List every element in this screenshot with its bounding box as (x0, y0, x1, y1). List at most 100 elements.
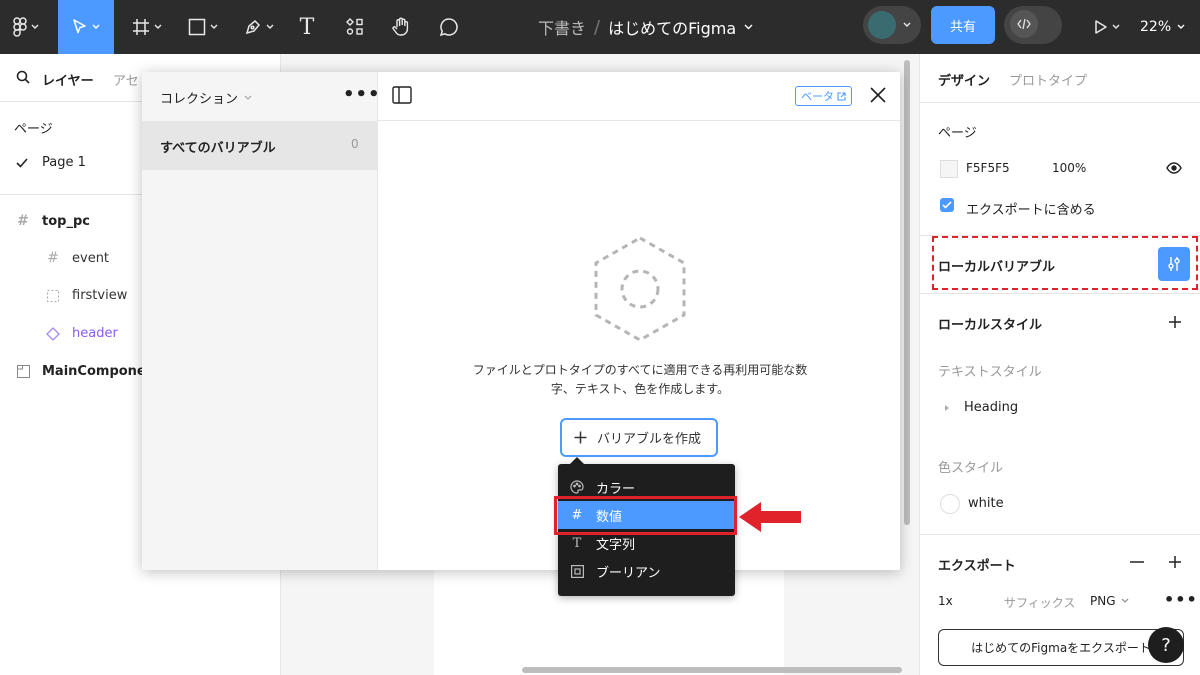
page-color-hex[interactable]: F5F5F5 (966, 161, 1010, 175)
annotation-highlight-box (554, 496, 737, 535)
layer-row[interactable]: MainComponen (16, 364, 155, 379)
export-button[interactable]: はじめてのFigmaをエクスポート (938, 629, 1184, 666)
divider (920, 534, 1200, 535)
move-tool-button[interactable] (58, 0, 114, 54)
variables-modal: コレクション ••• すべてのバリアブル 0 ベータ ファイルとプロトタイプのす… (142, 72, 900, 570)
help-button[interactable]: ? (1148, 627, 1184, 663)
layer-name: firstview (72, 288, 128, 303)
dev-mode-knob (1010, 10, 1038, 38)
chevron-down-icon (266, 24, 274, 29)
component-instance-icon (46, 326, 60, 341)
minus-icon[interactable] (1130, 561, 1144, 563)
beta-badge[interactable]: ベータ (795, 86, 852, 106)
share-button[interactable]: 共有 (931, 6, 995, 44)
check-icon (16, 157, 28, 168)
tab-design[interactable]: デザイン (938, 70, 990, 89)
create-variable-button[interactable]: バリアブルを作成 (560, 418, 718, 457)
pen-icon (245, 19, 261, 35)
chevron-down-icon (903, 22, 911, 27)
layer-row[interactable]: header (46, 326, 118, 341)
collection-more-button[interactable]: ••• (343, 84, 381, 105)
file-name[interactable]: はじめてのFigma (608, 15, 736, 39)
layer-row[interactable]: # event (46, 250, 109, 266)
export-scale[interactable]: 1x (938, 594, 953, 608)
chevron-down-icon (1121, 598, 1128, 603)
chevron-down-icon (92, 24, 100, 29)
chevron-down-icon (210, 24, 218, 29)
text-tool-button[interactable]: T (292, 0, 322, 54)
plus-icon (574, 431, 587, 444)
tab-layers[interactable]: レイヤー (42, 70, 94, 89)
file-title[interactable]: 下書き / はじめてのFigma (538, 0, 753, 54)
layer-row[interactable]: # top_pc (16, 213, 90, 229)
sidebar-toggle-icon[interactable] (392, 86, 412, 104)
text-style-item[interactable]: Heading (944, 400, 1018, 415)
page-name: Page 1 (42, 155, 86, 170)
frame-tool-button[interactable] (124, 0, 170, 54)
horizontal-scrollbar[interactable] (522, 667, 902, 673)
page-item[interactable]: Page 1 (16, 155, 86, 170)
color-style-name[interactable]: white (968, 496, 1004, 511)
plus-icon[interactable] (1168, 555, 1182, 569)
menu-item-label: 文字列 (596, 537, 636, 553)
code-icon (1017, 18, 1031, 30)
boolean-icon (570, 564, 584, 578)
breadcrumb-folder[interactable]: 下書き (538, 15, 586, 39)
collection-dropdown[interactable]: コレクション (160, 88, 252, 107)
pages-title: ページ (14, 122, 53, 137)
chevron-down-icon (154, 24, 162, 29)
vertical-scrollbar[interactable] (904, 60, 910, 525)
tab-prototype[interactable]: プロトタイプ (1009, 70, 1087, 89)
avatar[interactable] (868, 11, 896, 39)
present-button[interactable] (1084, 0, 1130, 54)
eye-icon[interactable] (1166, 162, 1182, 174)
beta-label: ベータ (801, 90, 834, 103)
export-format-select[interactable]: PNG (1090, 594, 1129, 608)
all-variables-row[interactable]: すべてのバリアブル 0 (142, 121, 378, 170)
close-icon[interactable] (868, 85, 888, 105)
collection-label: コレクション (160, 92, 239, 107)
all-variables-label: すべてのバリアブル (160, 141, 276, 156)
menu-item-label: カラー (596, 481, 636, 497)
chevron-down-icon (244, 95, 252, 100)
dashed-frame-icon (46, 289, 60, 302)
comment-icon (439, 18, 458, 37)
chevron-down-icon (31, 24, 39, 29)
annotation-dashed-highlight (932, 236, 1198, 290)
menu-caret (570, 457, 584, 464)
pen-tool-button[interactable] (236, 0, 282, 54)
export-format: PNG (1090, 594, 1116, 608)
page-color-swatch[interactable] (940, 160, 958, 178)
caret-right-icon (945, 404, 949, 411)
search-icon[interactable] (16, 70, 30, 84)
menu-item-boolean[interactable]: ブーリアン (558, 557, 735, 585)
divider (920, 102, 1200, 103)
export-include-label: エクスポートに含める (966, 203, 1096, 218)
color-style-swatch[interactable] (940, 494, 960, 514)
figma-logo-icon (13, 17, 27, 37)
frame-icon: # (17, 213, 29, 229)
chevron-down-icon (1112, 24, 1120, 29)
export-more-button[interactable]: ••• (1164, 590, 1198, 609)
cursor-icon (73, 19, 86, 34)
hand-icon (392, 17, 409, 36)
main-menu-button[interactable] (6, 0, 46, 54)
chevron-down-icon (1177, 24, 1185, 29)
tab-assets[interactable]: アセ (113, 70, 139, 89)
export-suffix-input[interactable]: サフィックス (1004, 594, 1075, 611)
resources-button[interactable] (340, 0, 370, 54)
comment-tool-button[interactable] (434, 0, 464, 54)
external-link-icon (837, 91, 846, 101)
plus-icon[interactable] (1168, 315, 1182, 329)
page-opacity[interactable]: 100% (1052, 161, 1086, 175)
section-icon (16, 365, 30, 378)
zoom-menu[interactable]: 22% (1140, 0, 1185, 54)
shape-tool-button[interactable] (180, 0, 226, 54)
hand-tool-button[interactable] (386, 0, 416, 54)
frame-icon: # (47, 250, 59, 266)
layer-row[interactable]: firstview (46, 288, 127, 303)
multiplayer-avatars[interactable] (863, 6, 921, 44)
export-include-checkbox[interactable] (940, 198, 954, 212)
export-title: エクスポート (938, 559, 1016, 574)
layer-name: MainComponen (42, 364, 156, 379)
